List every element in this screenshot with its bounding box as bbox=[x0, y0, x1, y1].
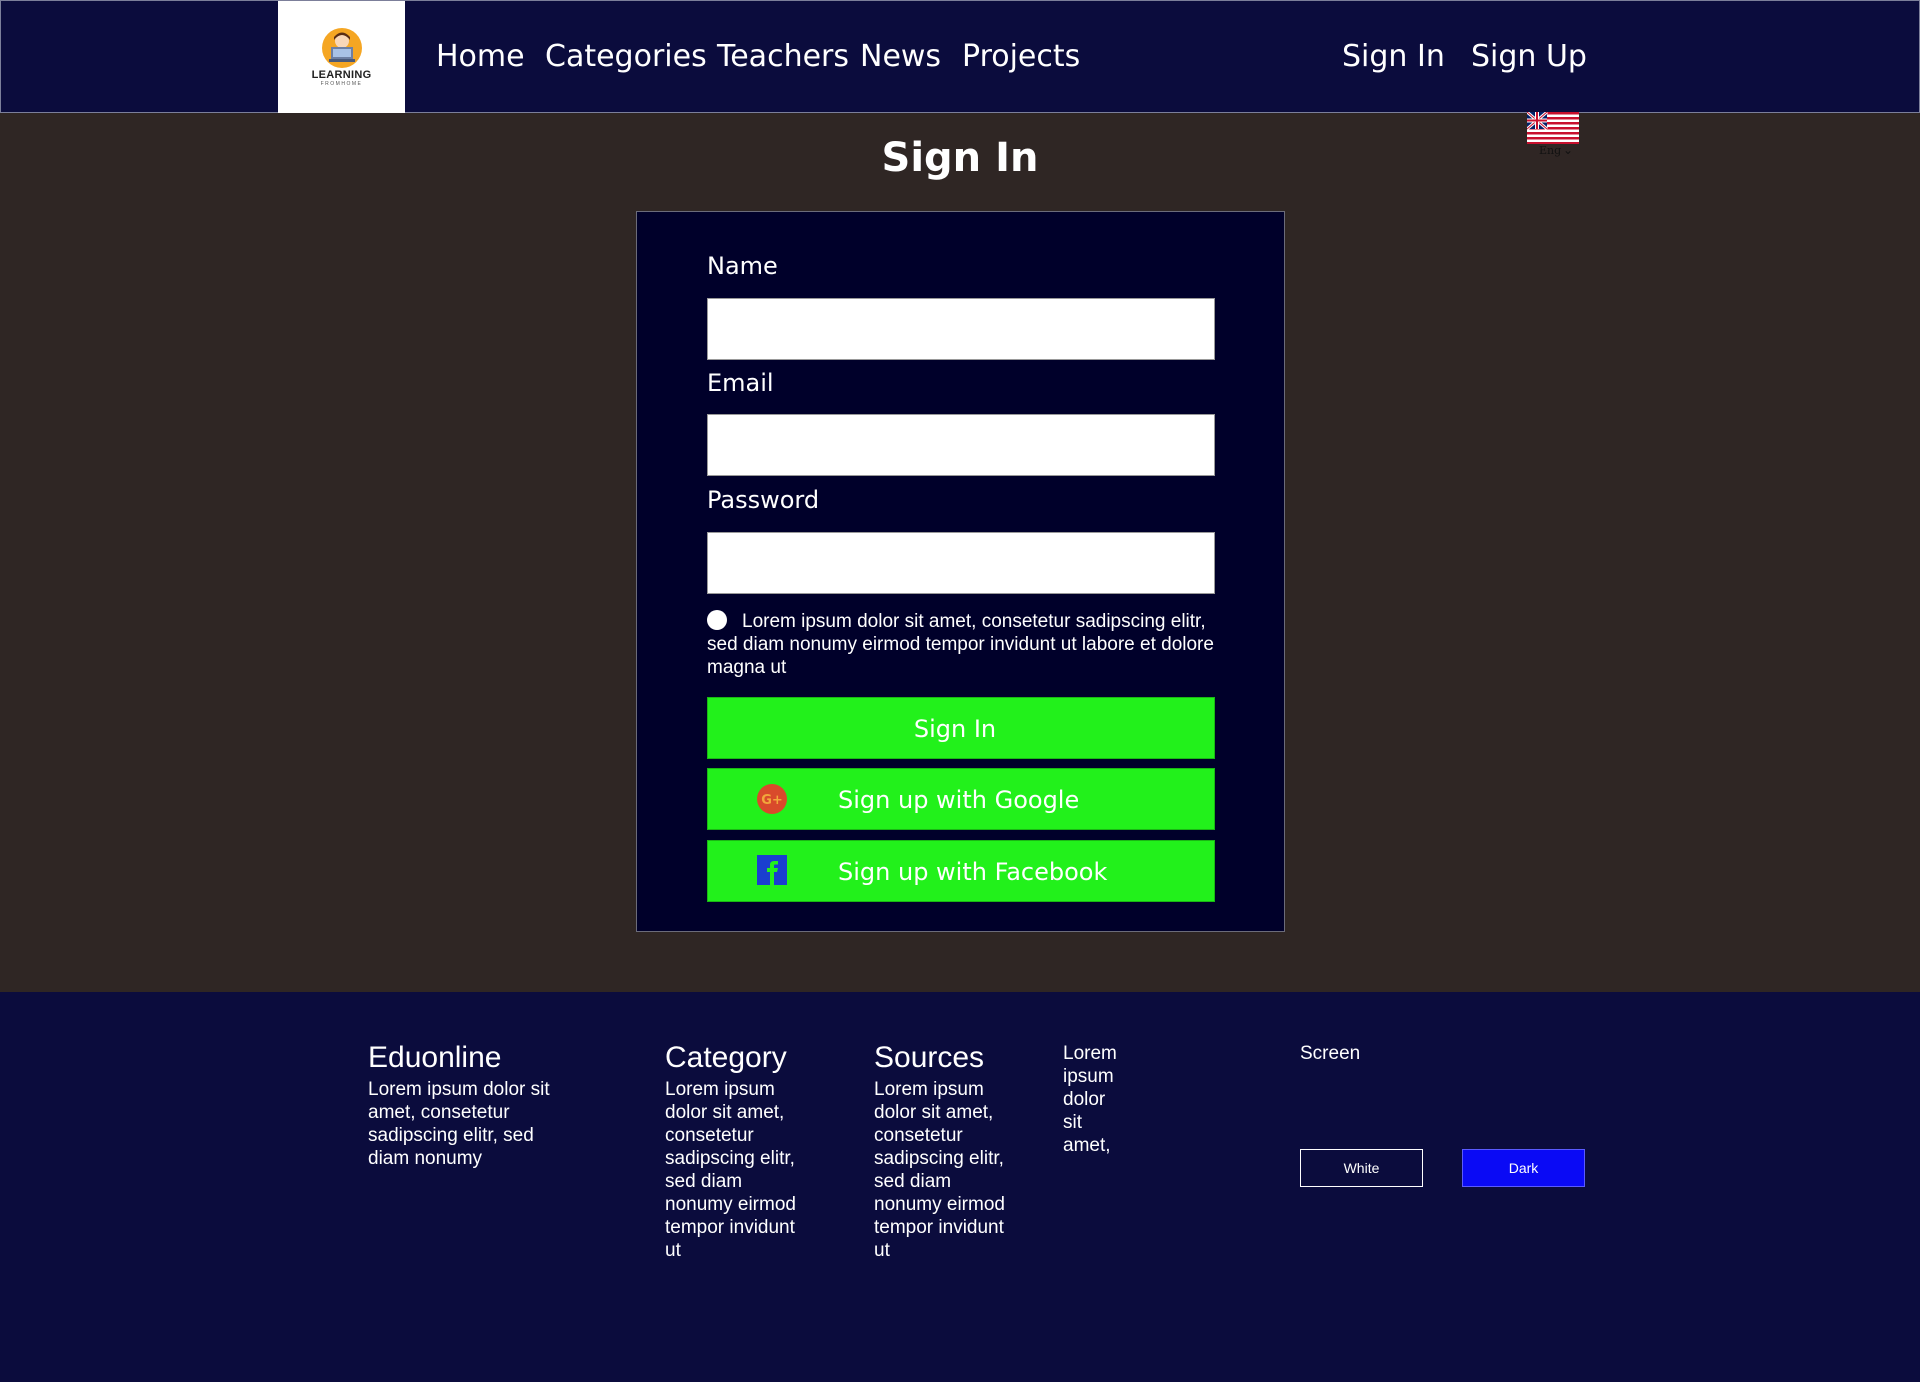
password-input[interactable] bbox=[707, 532, 1215, 594]
screen-theme-switcher: Screen White Dark bbox=[1300, 1042, 1620, 1192]
footer-category-text: Lorem ipsum dolor sit amet, consetetur s… bbox=[665, 1079, 796, 1261]
email-label: Email bbox=[707, 369, 774, 397]
google-sign-up-button[interactable]: G+ Sign up with Google bbox=[707, 768, 1215, 830]
terms-radio[interactable] bbox=[707, 610, 727, 630]
footer-extra-text: Lorem ipsum dolor sit amet, bbox=[1063, 1043, 1117, 1156]
nav-item-projects[interactable]: Projects bbox=[962, 39, 1080, 74]
sign-in-button-label: Sign In bbox=[913, 715, 997, 743]
footer: Eduonline Lorem ipsum dolor sit amet, co… bbox=[0, 992, 1920, 1382]
screen-label: Screen bbox=[1300, 1043, 1361, 1064]
logo-subtext: FROMHOME bbox=[320, 80, 363, 87]
sign-in-button[interactable]: Sign In bbox=[707, 697, 1215, 759]
page-title: Sign In bbox=[881, 135, 1039, 181]
facebook-icon bbox=[757, 855, 787, 885]
email-input[interactable] bbox=[707, 414, 1215, 476]
footer-category: Category Lorem ipsum dolor sit amet, con… bbox=[665, 1040, 805, 1262]
logo-text: LEARNING bbox=[311, 68, 372, 81]
header-sign-in-link[interactable]: Sign In bbox=[1342, 39, 1445, 74]
footer-extra: Lorem ipsum dolor sit amet, bbox=[1063, 1042, 1128, 1157]
nav-item-categories[interactable]: Categories bbox=[545, 39, 707, 74]
svg-text:G+: G+ bbox=[761, 793, 783, 808]
facebook-sign-up-button[interactable]: Sign up with Facebook bbox=[707, 840, 1215, 902]
site-logo[interactable]: LEARNING FROMHOME bbox=[278, 1, 405, 113]
nav-item-news[interactable]: News bbox=[860, 39, 941, 74]
terms-agreement: Lorem ipsum dolor sit amet, consetetur s… bbox=[707, 610, 1215, 679]
footer-sources-heading: Sources bbox=[874, 1041, 985, 1074]
google-plus-icon: G+ bbox=[757, 784, 787, 814]
footer-brand-text: Lorem ipsum dolor sit amet, consetetur s… bbox=[368, 1079, 550, 1169]
nav-item-home[interactable]: Home bbox=[436, 39, 525, 74]
learner-icon bbox=[321, 27, 362, 68]
footer-brand: Eduonline Lorem ipsum dolor sit amet, co… bbox=[368, 1040, 568, 1170]
name-label: Name bbox=[707, 252, 778, 280]
footer-brand-heading: Eduonline bbox=[368, 1041, 502, 1074]
name-input[interactable] bbox=[707, 298, 1215, 360]
password-label: Password bbox=[707, 486, 820, 514]
dark-theme-button[interactable]: Dark bbox=[1462, 1149, 1585, 1187]
google-button-label: Sign up with Google bbox=[838, 786, 1080, 814]
footer-sources-text: Lorem ipsum dolor sit amet, consetetur s… bbox=[874, 1079, 1005, 1261]
footer-category-heading: Category bbox=[665, 1041, 787, 1074]
terms-text: Lorem ipsum dolor sit amet, consetetur s… bbox=[707, 611, 1214, 678]
facebook-button-label: Sign up with Facebook bbox=[838, 858, 1108, 886]
footer-sources: Sources Lorem ipsum dolor sit amet, cons… bbox=[874, 1040, 1014, 1262]
white-theme-button[interactable]: White bbox=[1300, 1149, 1423, 1187]
nav-item-teachers[interactable]: Teachers bbox=[717, 39, 849, 74]
header-sign-up-link[interactable]: Sign Up bbox=[1471, 39, 1587, 74]
top-navbar: LEARNING FROMHOME Home Categories Teache… bbox=[0, 0, 1920, 113]
sign-in-form: Name Email Password Lorem ipsum dolor si… bbox=[636, 211, 1285, 932]
